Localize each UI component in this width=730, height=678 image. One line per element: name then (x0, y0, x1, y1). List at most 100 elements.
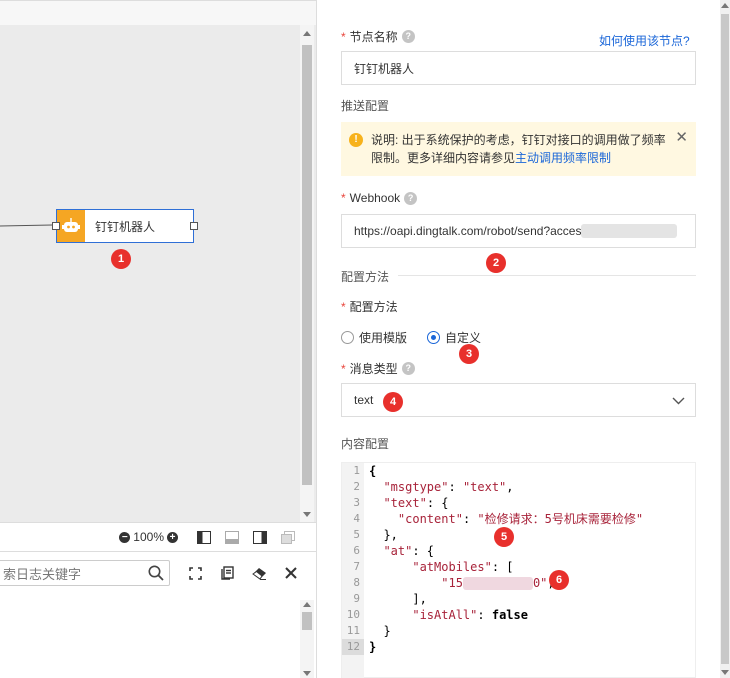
panel-scrollbar[interactable] (720, 0, 730, 678)
line-number: 1 (353, 464, 360, 477)
scroll-down-icon[interactable] (721, 670, 729, 675)
search-icon[interactable] (143, 565, 169, 581)
scroll-up-icon[interactable] (721, 3, 729, 8)
annotation-badge-3: 3 (459, 344, 479, 364)
warning-icon: ! (349, 133, 363, 147)
redacted-mask (581, 224, 678, 238)
redacted-mask (462, 577, 533, 590)
required-mark: * (341, 361, 346, 376)
scroll-thumb[interactable] (721, 14, 729, 664)
annotation-badge-6: 6 (549, 570, 569, 590)
layout-bottom-icon[interactable] (220, 527, 244, 547)
fullscreen-icon[interactable] (184, 562, 206, 584)
code-token: "msgtype" (383, 480, 449, 494)
code-token: } (369, 640, 377, 654)
flow-canvas[interactable]: 钉钉机器人 1 (0, 0, 316, 523)
scroll-up-icon[interactable] (303, 31, 311, 36)
close-icon[interactable] (280, 562, 302, 584)
code-line: } (369, 623, 643, 639)
log-toolbar: 索日志关键字 (0, 552, 316, 594)
help-icon[interactable]: ? (401, 30, 415, 43)
radio-custom-label: 自定义 (445, 331, 482, 345)
scroll-thumb[interactable] (302, 45, 312, 485)
required-mark: * (341, 191, 346, 205)
help-link[interactable]: 如何使用该节点? (599, 32, 690, 49)
annotation-badge-1: 1 (111, 249, 131, 269)
line-number-gutter: 1 2 3 4 5 6 7 8 9 10 11 12 (342, 463, 364, 678)
code-line: "isAtAll": false (412, 608, 528, 622)
code-line: "content": "检修请求：5号机床需要检修" (397, 512, 644, 526)
scroll-down-icon[interactable] (303, 512, 311, 517)
radio-use-template[interactable]: 使用模版 (341, 329, 407, 346)
canvas-toolbar: − 100% + (0, 522, 316, 552)
zoom-out-icon[interactable]: − (119, 531, 131, 543)
code-token: "15 (441, 576, 463, 590)
webhook-value: https://oapi.dingtalk.com/robot/send?acc… (354, 224, 582, 238)
node-name-label: 节点名称 (349, 30, 398, 44)
layout-right-icon[interactable] (248, 527, 272, 547)
annotation-badge-5: 5 (494, 527, 514, 547)
code-line: "text": { (383, 496, 449, 510)
line-number: 8 (353, 576, 360, 589)
log-search-placeholder: 索日志关键字 (3, 566, 82, 582)
config-method-section: 配置方法 (341, 270, 390, 284)
help-icon[interactable]: ? (404, 191, 418, 205)
line-number: 11 (346, 624, 360, 637)
canvas-header (0, 1, 316, 25)
scroll-up-icon[interactable] (303, 602, 311, 607)
canvas-scrollbar[interactable] (300, 25, 314, 523)
scroll-down-icon[interactable] (303, 671, 311, 676)
section-divider (398, 275, 696, 276)
webhook-input[interactable]: https://oapi.dingtalk.com/robot/send?acc… (341, 214, 696, 248)
line-number-active: 12 (342, 639, 364, 655)
webhook-label: Webhook (349, 191, 401, 205)
msg-type-label-row: * 消息类型 ? (341, 360, 415, 377)
node-label: 钉钉机器人 (95, 219, 156, 234)
push-config-section: 推送配置 (341, 99, 390, 113)
code-token: "isAtAll" (412, 608, 478, 622)
code-line: "150", (369, 575, 643, 591)
code-token: 0" (532, 576, 548, 590)
layout-float-icon[interactable] (276, 527, 300, 547)
required-mark: * (341, 299, 346, 314)
rate-limit-notice: ! 说明: 出于系统保护的考虑，钉钉对接口的调用做了频率限制。更多详细内容请参见… (341, 122, 696, 176)
code-token: "content" (397, 512, 463, 526)
radio-circle[interactable] (341, 331, 354, 344)
code-content[interactable]: { "msgtype": "text", "text": { "content"… (369, 463, 643, 655)
help-icon[interactable]: ? (401, 362, 415, 375)
log-scrollbar[interactable] (300, 600, 314, 678)
config-method-radio-group: 使用模版 自定义 (341, 329, 481, 346)
scroll-thumb[interactable] (302, 612, 312, 630)
line-number: 10 (346, 608, 360, 621)
code-token: "text" (383, 496, 427, 510)
layout-left-icon[interactable] (192, 527, 216, 547)
node-name-input[interactable]: 钉钉机器人 (341, 51, 696, 85)
radio-custom[interactable]: 自定义 (427, 329, 481, 346)
copy-icon[interactable] (216, 562, 238, 584)
close-icon[interactable]: ✕ (675, 129, 688, 147)
log-actions (184, 562, 302, 584)
notice-link[interactable]: 主动调用频率限制 (515, 151, 611, 165)
json-code-editor[interactable]: 1 2 3 4 5 6 7 8 9 10 11 12 { "msgtype": … (341, 462, 696, 678)
code-token: false (491, 608, 528, 622)
output-port[interactable] (190, 222, 198, 230)
radio-circle-selected[interactable] (427, 331, 441, 344)
line-number: 3 (353, 496, 360, 509)
zoom-in-icon[interactable]: + (167, 531, 178, 543)
config-method-label: 配置方法 (349, 300, 398, 314)
log-search-input[interactable]: 索日志关键字 (0, 560, 170, 586)
dingtalk-robot-node[interactable]: 钉钉机器人 (52, 209, 198, 243)
input-port[interactable] (52, 222, 60, 230)
eraser-icon[interactable] (248, 562, 270, 584)
code-line: } (369, 639, 643, 655)
line-number: 5 (353, 528, 360, 541)
zoom-level: 100% (133, 530, 164, 544)
annotation-badge-2: 2 (486, 253, 506, 273)
code-token: "text" (462, 480, 507, 494)
chevron-down-icon[interactable] (672, 394, 685, 408)
content-config-section: 内容配置 (341, 437, 390, 451)
code-line: "msgtype": "text", (383, 480, 514, 494)
msg-type-label: 消息类型 (349, 362, 398, 376)
workflow-editor: 钉钉机器人 1 − 100% + 索日志关键字 * 节点名称 ? 如何使用该节点… (0, 0, 730, 678)
msg-type-value: text (354, 393, 374, 407)
